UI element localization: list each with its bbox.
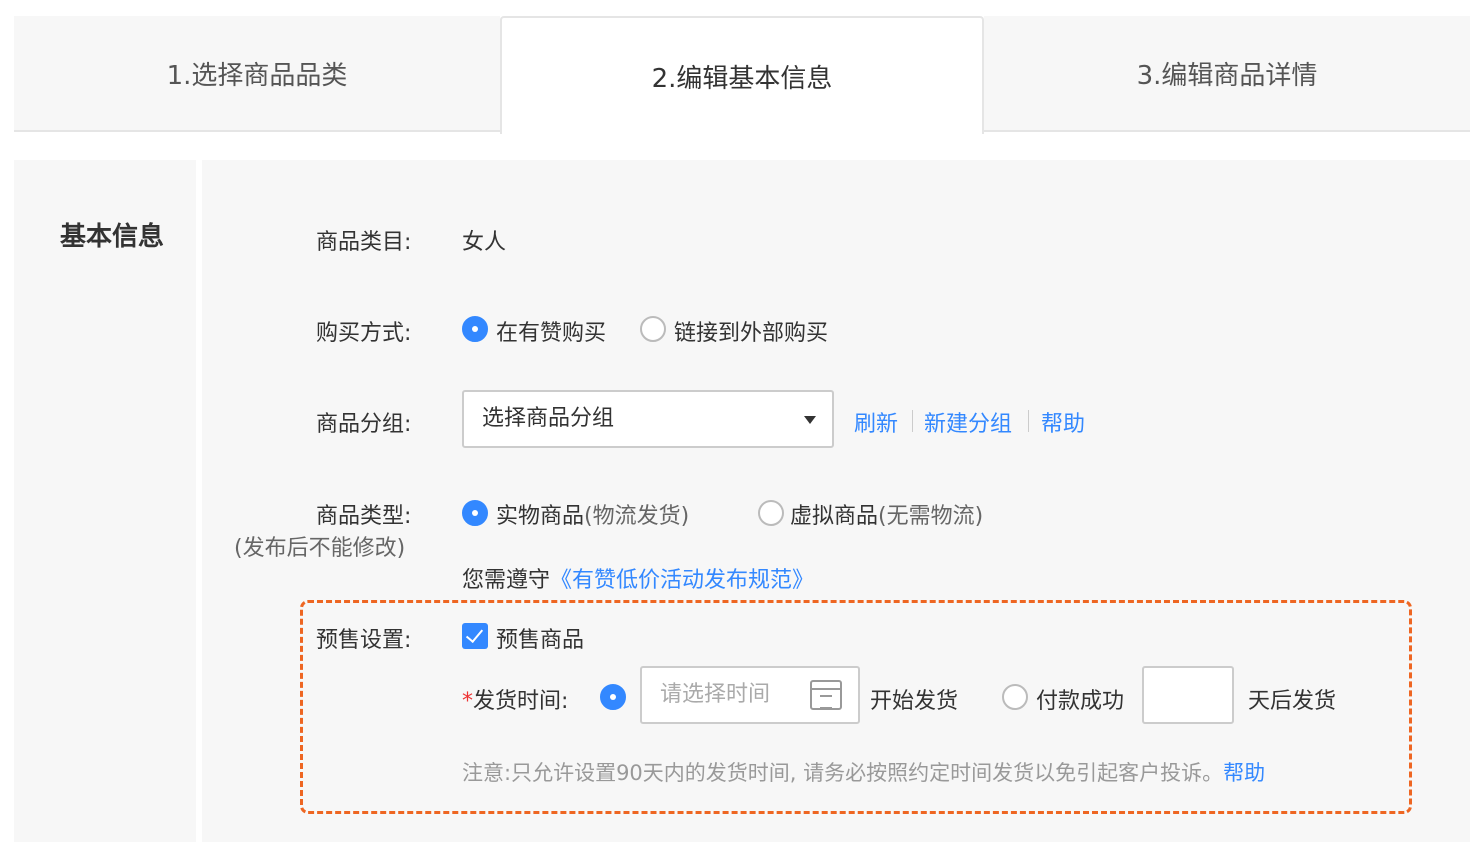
presale-note: 注意:只允许设置90天内的发货时间, 请务必按照约定时间发货以免引起客户投诉。帮… xyxy=(462,757,1265,787)
new-group-link[interactable]: 新建分组 xyxy=(924,406,1012,438)
help-link[interactable]: 帮助 xyxy=(1041,406,1085,438)
ship-date-placeholder: 请选择时间 xyxy=(660,682,771,707)
presale-note-text: 注意:只允许设置90天内的发货时间, 请务必按照约定时间发货以免引起客户投诉。 xyxy=(462,761,1224,785)
type-physical-label: 实物商品 xyxy=(496,504,585,529)
ship-radio-after-pay[interactable] xyxy=(1002,684,1028,710)
category-label: 商品类目: xyxy=(316,230,412,255)
policy-prefix: 您需遵守 xyxy=(462,568,551,593)
type-radio-virtual[interactable] xyxy=(758,500,784,526)
ship-time-text: 发货时间: xyxy=(473,689,569,714)
purchase-option-youzan[interactable]: 在有赞购买 xyxy=(496,315,606,347)
policy-text: 您需遵守《有赞低价活动发布规范》 xyxy=(462,562,814,594)
ship-date-input[interactable]: 请选择时间 xyxy=(640,666,860,724)
presale-checkbox[interactable] xyxy=(462,623,488,649)
purchase-radio-external[interactable] xyxy=(640,316,666,342)
presale-label: 预售设置: xyxy=(316,628,412,653)
category-value: 女人 xyxy=(462,230,507,255)
pay-success-text: 付款成功 xyxy=(1036,689,1125,714)
presale-help-link[interactable]: 帮助 xyxy=(1223,761,1265,785)
group-label: 商品分组: xyxy=(316,412,412,437)
type-option-physical[interactable]: 实物商品(物流发货) xyxy=(496,498,689,530)
ship-days-input[interactable] xyxy=(1142,666,1234,724)
calendar-icon[interactable] xyxy=(810,680,842,710)
group-select-value: 选择商品分组 xyxy=(482,406,615,431)
link-divider xyxy=(1028,410,1029,432)
section-title: 基本信息 xyxy=(60,222,165,252)
section-sidebar: 基本信息 xyxy=(14,160,196,842)
ship-radio-date[interactable] xyxy=(600,684,626,710)
purchase-label: 购买方式: xyxy=(316,321,412,346)
group-select[interactable]: 选择商品分组 xyxy=(462,390,834,448)
start-ship-text: 开始发货 xyxy=(870,689,959,714)
form-panel: 基本信息 商品类目: 女人 购买方式: 在有赞购买 链接到外部购买 商品分组: … xyxy=(14,160,1470,842)
caret-down-icon xyxy=(804,416,816,424)
ship-time-label: *发货时间: xyxy=(462,683,568,715)
tab-edit-basic-info[interactable]: 2.编辑基本信息 xyxy=(500,16,984,134)
type-radio-physical[interactable] xyxy=(462,500,488,526)
presale-checkbox-label[interactable]: 预售商品 xyxy=(496,622,584,654)
days-after-text: 天后发货 xyxy=(1248,689,1337,714)
type-virtual-label: 虚拟商品 xyxy=(790,504,879,529)
step-tabs: 1.选择商品品类 2.编辑基本信息 3.编辑商品详情 xyxy=(14,16,1470,134)
required-mark: * xyxy=(462,689,473,714)
purchase-radio-youzan[interactable] xyxy=(462,316,488,342)
tab-edit-details[interactable]: 3.编辑商品详情 xyxy=(984,16,1470,132)
type-physical-note: (物流发货) xyxy=(584,504,690,529)
tab-select-category[interactable]: 1.选择商品品类 xyxy=(14,16,500,132)
refresh-link[interactable]: 刷新 xyxy=(854,406,898,438)
type-option-virtual[interactable]: 虚拟商品(无需物流) xyxy=(790,498,983,530)
link-divider xyxy=(912,410,913,432)
type-virtual-note: (无需物流) xyxy=(878,504,984,529)
type-label: 商品类型: xyxy=(316,504,412,529)
purchase-option-external[interactable]: 链接到外部购买 xyxy=(674,315,828,347)
policy-link[interactable]: 《有赞低价活动发布规范》 xyxy=(550,568,814,593)
type-sublabel: (发布后不能修改) xyxy=(234,536,406,561)
